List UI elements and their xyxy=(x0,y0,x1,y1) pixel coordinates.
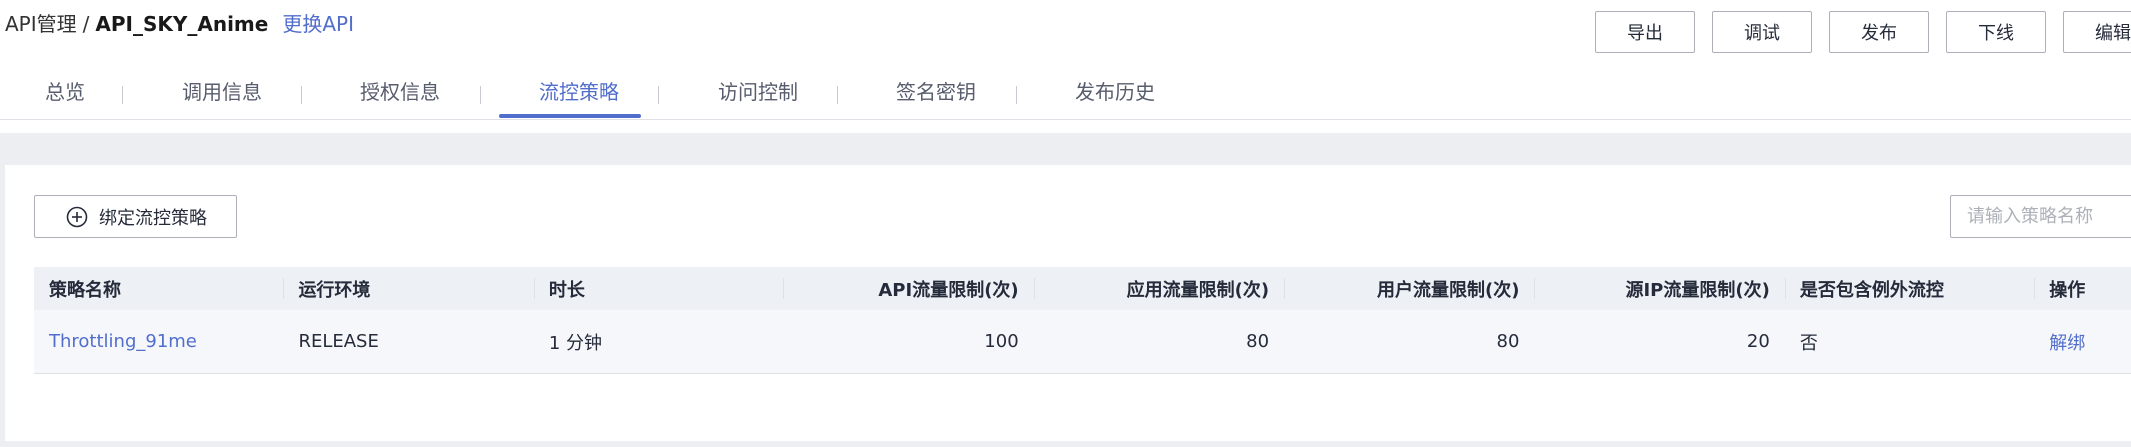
offline-button[interactable]: 下线 xyxy=(1946,11,2046,53)
column-header-duration: 时长 xyxy=(533,267,783,310)
policy-name-link[interactable]: Throttling_91me xyxy=(34,310,283,373)
active-tab-indicator xyxy=(499,114,641,118)
duration-cell: 1 分钟 xyxy=(548,332,603,354)
policy-name-search-input[interactable] xyxy=(1950,195,2131,238)
tab-authorization-info[interactable]: 授权信息 xyxy=(360,78,440,106)
tab-divider xyxy=(658,86,659,104)
unbind-link[interactable]: 解绑 xyxy=(2034,310,2131,373)
tab-divider xyxy=(480,86,481,104)
page-header: API管理 / API_SKY_Anime 更换API 导出 调试 发布 下线 编辑 xyxy=(0,0,2131,60)
column-header-ip-limit: 源IP流量限制(次) xyxy=(1534,267,1784,310)
tab-divider xyxy=(837,86,838,104)
breadcrumb-separator: / xyxy=(82,12,90,36)
bind-throttling-policy-button[interactable]: 绑定流控策略 xyxy=(34,195,237,238)
column-header-api-limit: API流量限制(次) xyxy=(783,267,1033,310)
table-row: Throttling_91me RELEASE 1 分钟 100 80 80 2… xyxy=(34,310,2131,374)
tab-overview[interactable]: 总览 xyxy=(45,78,85,106)
user-limit-cell: 80 xyxy=(1496,331,1520,352)
table-header: 策略名称 运行环境 时长 API流量限制(次) 应用流量限制(次) 用户流量限制… xyxy=(34,267,2131,310)
breadcrumb: API管理 / API_SKY_Anime 更换API xyxy=(5,10,354,38)
column-header-user-limit: 用户流量限制(次) xyxy=(1284,267,1534,310)
ip-limit-cell: 20 xyxy=(1746,331,1770,352)
throttling-policy-table: 策略名称 运行环境 时长 API流量限制(次) 应用流量限制(次) 用户流量限制… xyxy=(34,267,2131,374)
environment-cell: RELEASE xyxy=(298,331,379,352)
debug-button[interactable]: 调试 xyxy=(1712,11,1812,53)
publish-button[interactable]: 发布 xyxy=(1829,11,1929,53)
plus-circle-icon xyxy=(66,206,88,228)
tab-divider xyxy=(122,86,123,104)
tab-access-control[interactable]: 访问控制 xyxy=(718,78,798,106)
column-header-environment: 运行环境 xyxy=(283,267,533,310)
tab-invocation-info[interactable]: 调用信息 xyxy=(182,78,262,106)
tab-divider xyxy=(1016,86,1017,104)
column-header-policy-name: 策略名称 xyxy=(49,279,121,301)
app-limit-cell: 80 xyxy=(1246,331,1270,352)
export-button[interactable]: 导出 xyxy=(1595,11,1695,53)
tab-divider xyxy=(301,86,302,104)
column-header-action: 操作 xyxy=(2034,267,2131,310)
edit-button[interactable]: 编辑 xyxy=(2063,11,2131,53)
has-exception-cell: 否 xyxy=(1799,332,1818,354)
header-actions: 导出 调试 发布 下线 编辑 xyxy=(1595,11,2131,53)
column-header-has-exception: 是否包含例外流控 xyxy=(1784,267,2034,310)
api-limit-cell: 100 xyxy=(984,331,1019,352)
bind-button-label: 绑定流控策略 xyxy=(99,207,207,229)
tab-throttling-policy[interactable]: 流控策略 xyxy=(539,78,619,106)
breadcrumb-root[interactable]: API管理 xyxy=(5,12,77,36)
change-api-link[interactable]: 更换API xyxy=(282,12,354,36)
column-header-app-limit: 应用流量限制(次) xyxy=(1033,267,1284,310)
tab-signature-key[interactable]: 签名密钥 xyxy=(896,78,976,106)
tab-publish-history[interactable]: 发布历史 xyxy=(1075,78,1155,106)
tab-bar: 总览 调用信息 授权信息 流控策略 访问控制 签名密钥 发布历史 xyxy=(0,70,2131,120)
breadcrumb-current: API_SKY_Anime xyxy=(95,12,269,36)
